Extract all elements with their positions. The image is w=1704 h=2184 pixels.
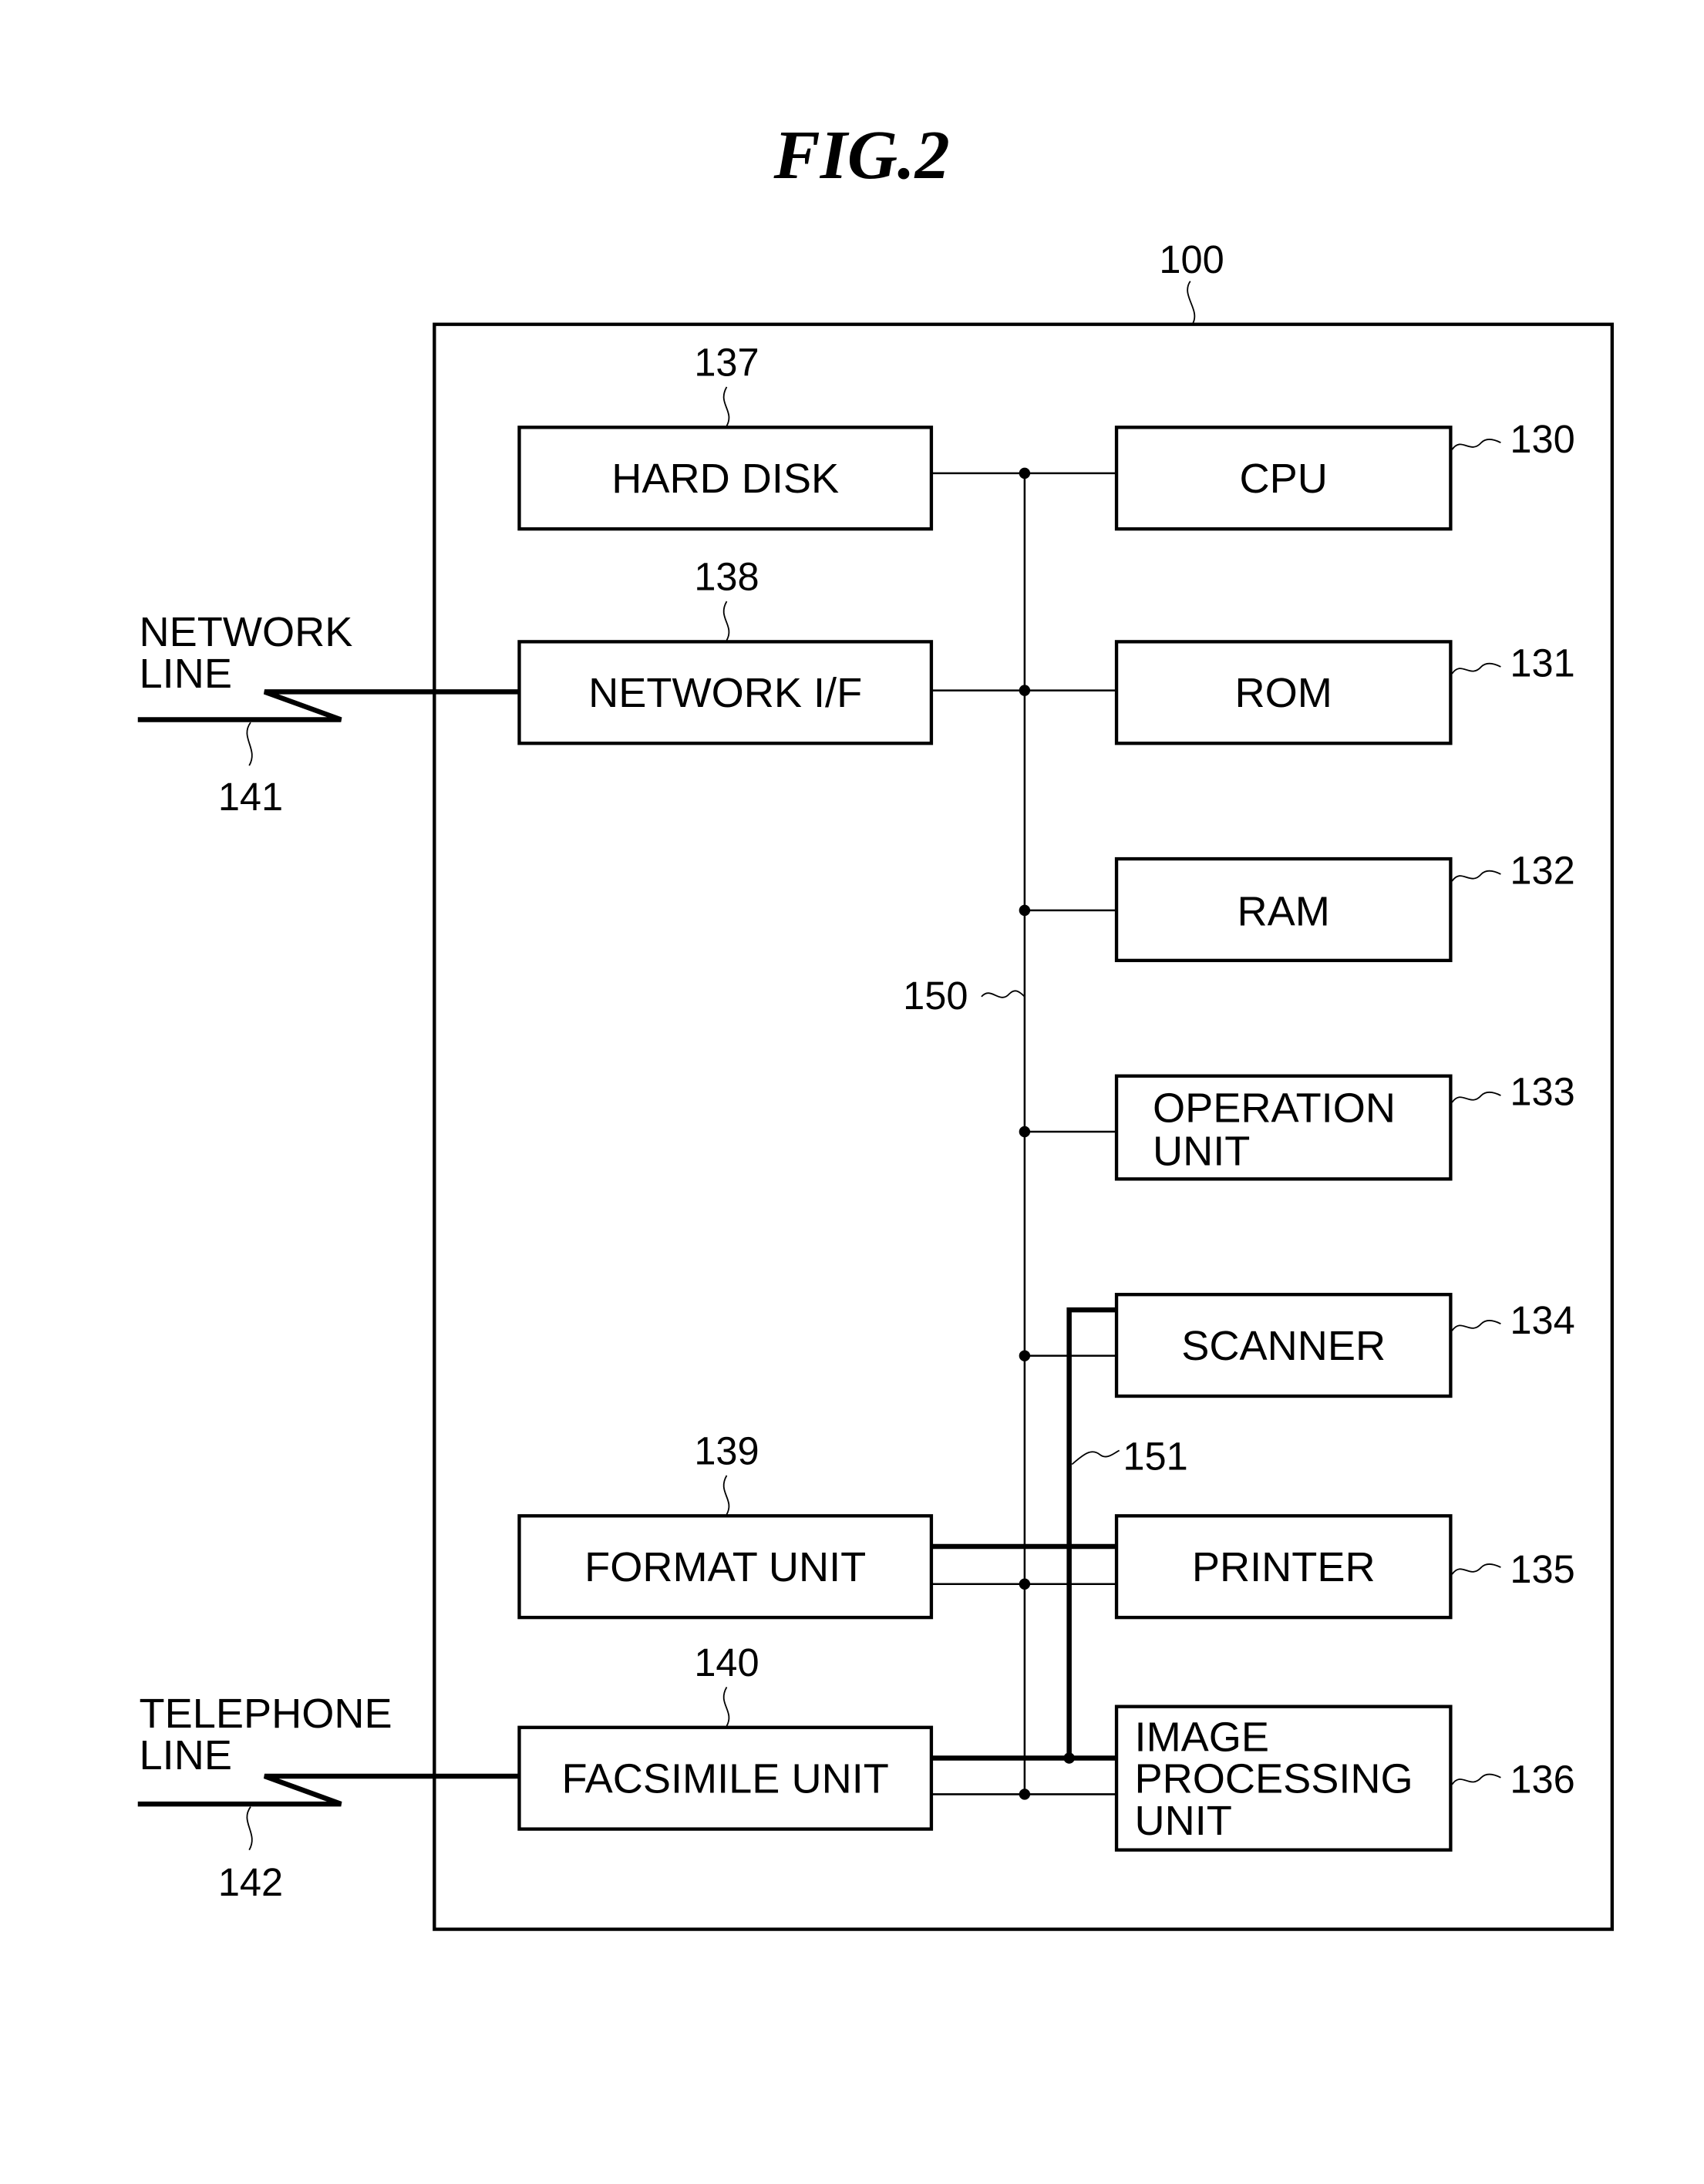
image-processing-label-line3: UNIT: [1135, 1798, 1232, 1844]
cpu-ref: 130: [1510, 417, 1574, 461]
image-processing-label-line2: PROCESSING: [1135, 1756, 1413, 1802]
network-if-label: NETWORK I/F: [588, 670, 862, 716]
apparatus-leader: [1187, 281, 1196, 324]
printer-label: PRINTER: [1192, 1544, 1376, 1590]
image-processing-label-line1: IMAGE: [1135, 1714, 1270, 1760]
scanner-label: SCANNER: [1181, 1323, 1386, 1369]
cpu-label: CPU: [1240, 456, 1328, 502]
operation-unit-label-line2: UNIT: [1153, 1128, 1250, 1174]
apparatus-ref: 100: [1159, 237, 1224, 281]
network-line-label-line1: NETWORK: [140, 609, 353, 655]
network-line-ref: 141: [218, 775, 283, 819]
operation-unit-ref: 133: [1510, 1070, 1574, 1114]
telephone-line-label-line2: LINE: [140, 1732, 232, 1778]
network-if-ref: 138: [694, 555, 759, 599]
hard-disk-ref: 137: [694, 341, 759, 385]
system-bus-ref: 150: [903, 974, 968, 1018]
format-unit-ref: 139: [694, 1429, 759, 1472]
ram-label: RAM: [1238, 889, 1330, 935]
network-line-label-line2: LINE: [140, 651, 232, 697]
ram-ref: 132: [1510, 849, 1574, 893]
rom-label: ROM: [1235, 670, 1332, 716]
format-unit-label: FORMAT UNIT: [584, 1544, 866, 1590]
image-bus-ref: 151: [1123, 1435, 1187, 1479]
operation-unit-label-line1: OPERATION: [1153, 1085, 1396, 1131]
hard-disk-label: HARD DISK: [611, 456, 839, 502]
telephone-line-ref: 142: [218, 1860, 283, 1904]
block-diagram: FIG.2 100 150 151 HARD DISK 137 NETWORK …: [137, 116, 1614, 1931]
scanner-ref: 134: [1510, 1298, 1574, 1342]
image-processing-ref: 136: [1510, 1758, 1574, 1802]
rom-ref: 131: [1510, 641, 1574, 685]
facsimile-unit-label: FACSIMILE UNIT: [562, 1756, 889, 1802]
printer-ref: 135: [1510, 1547, 1574, 1591]
telephone-line-label-line1: TELEPHONE: [140, 1691, 392, 1737]
facsimile-unit-ref: 140: [694, 1641, 759, 1684]
figure-title: FIG.2: [773, 116, 950, 193]
